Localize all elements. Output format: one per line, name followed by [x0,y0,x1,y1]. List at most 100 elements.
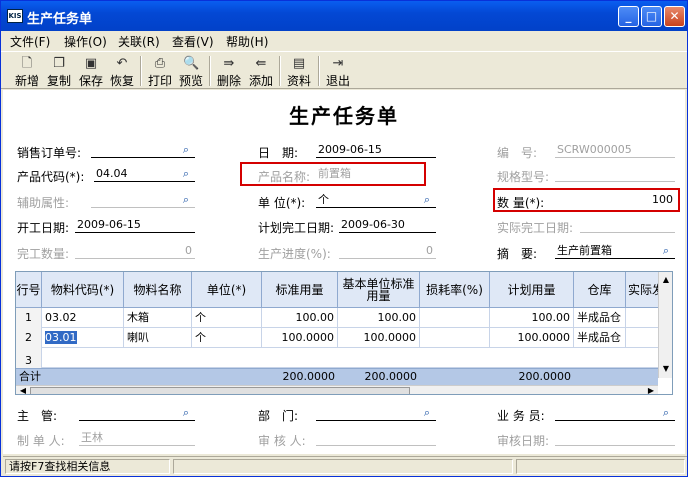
cell-warehouse[interactable]: 半成品仓 [574,328,626,348]
scroll-right-icon[interactable]: ▶ [644,386,658,394]
exit-icon: ⇥ [332,56,344,71]
reviewer-field [316,430,436,446]
col-header-unit[interactable]: 单位(*) [192,272,262,308]
cell-base-std-qty[interactable]: 100.00 [338,308,420,328]
actual-finish-label: 实际完工日期: [497,221,574,235]
save-icon: ▣ [84,56,98,71]
lookup-icon[interactable]: ⌕ [179,406,193,419]
unit-label: 单 位(*): [258,196,306,210]
new-button[interactable]: 🗋 新增 [11,54,43,88]
close-icon: ✕ [669,9,680,23]
lookup-icon[interactable]: ⌕ [420,406,434,419]
table-row[interactable]: 1 03.02 木箱 个 100.00 100.00 100.00 半成品仓 [16,308,658,328]
selected-text[interactable]: 03.01 [45,331,77,344]
vertical-scrollbar[interactable]: ▲ ▼ [658,272,672,378]
date-field[interactable]: 2009-06-15 [316,142,436,158]
cell-unit[interactable]: 个 [192,328,262,348]
cell-std-qty[interactable]: 100.00 [262,308,338,328]
supervisor-field[interactable] [79,405,195,421]
lookup-icon[interactable]: ⌕ [179,193,193,206]
cell-material-name[interactable]: 木箱 [124,308,192,328]
lookup-icon[interactable]: ⌕ [659,406,673,419]
start-date-field[interactable]: 2009-06-15 [75,217,195,233]
add-button[interactable]: ⇚ 添加 [245,54,277,88]
title-bar: KIS 生产任务单 _ □ ✕ [1,1,687,31]
progress-field: 0 [339,243,436,259]
total-base-std-qty: 200.0000 [364,370,418,383]
salesperson-field[interactable] [555,405,675,421]
aux-attr-label: 辅助属性: [17,196,70,210]
cell-unit[interactable]: 个 [192,308,262,328]
document-title: 生产任务单 [289,104,399,128]
col-header-plan-qty[interactable]: 计划用量 [490,272,574,308]
data-button[interactable]: ▤ 资料 [283,54,315,88]
close-button[interactable]: ✕ [664,6,685,27]
menu-file[interactable]: 文件(F) [10,33,50,50]
data-icon: ▤ [292,56,306,71]
printer-icon: ⎙ [154,56,166,71]
col-header-std-qty[interactable]: 标准用量 [262,272,338,308]
restore-button[interactable]: ↶ 恢复 [106,54,138,88]
col-header-row-no[interactable]: 行号 [16,272,42,308]
col-header-material-name[interactable]: 物料名称 [124,272,192,308]
new-document-icon: 🗋 [21,56,33,71]
menu-view[interactable]: 查看(V) [172,33,214,50]
scroll-down-icon[interactable]: ▼ [659,364,672,374]
table-row[interactable]: 3 [16,348,658,368]
sales-order-label: 销售订单号: [17,146,82,160]
maker-field: 王林 [79,430,195,446]
delete-button[interactable]: ⇛ 删除 [213,54,245,88]
cell-plan-qty[interactable]: 100.0000 [490,328,574,348]
cell-warehouse[interactable]: 半成品仓 [574,308,626,328]
col-header-loss-rate[interactable]: 损耗率(%) [420,272,490,308]
review-date-label: 审核日期: [497,434,550,448]
print-button[interactable]: ⎙ 打印 [144,54,176,88]
date-label: 日 期: [258,146,299,160]
spec-field [555,166,675,182]
supervisor-label: 主 管: [17,409,58,423]
toolbar: 🗋 新增 ❐ 复制 ▣ 保存 ↶ 恢复 ⎙ 打印 🔍 预览 ⇛ 删除 ⇚ 添加 ▤ 资料 ⇥ 退出 [1,51,687,89]
preview-button[interactable]: 🔍 预览 [175,54,207,88]
col-header-base-std-qty[interactable]: 基本单位标准用量 [338,272,420,308]
status-panel [173,459,513,474]
cell-std-qty[interactable]: 100.0000 [262,328,338,348]
col-header-material-code[interactable]: 物料代码(*) [42,272,124,308]
col-header-warehouse[interactable]: 仓库 [574,272,626,308]
table-row[interactable]: 2 03.01 喇叭 个 100.0000 100.0000 100.0000 … [16,328,658,348]
exit-button[interactable]: ⇥ 退出 [322,54,354,88]
minimize-button[interactable]: _ [618,6,639,27]
quantity-field[interactable]: 100 [555,192,676,208]
lookup-icon[interactable]: ⌕ [179,143,193,156]
unit-field[interactable]: 个 [316,192,436,208]
scroll-thumb[interactable] [30,387,410,394]
summary-field[interactable]: 生产前置箱 [555,243,675,259]
cell-plan-qty[interactable]: 100.00 [490,308,574,328]
cell-material-code[interactable]: 03.01 [42,328,124,348]
horizontal-scrollbar[interactable]: ◀ ▶ [16,385,658,394]
product-name-field: 前置箱 [318,167,351,180]
lookup-icon[interactable]: ⌕ [659,244,673,257]
actual-finish-field [580,217,675,233]
lookup-icon[interactable]: ⌕ [420,193,434,206]
menu-help[interactable]: 帮助(H) [226,33,268,50]
lookup-icon[interactable]: ⌕ [179,167,193,180]
scroll-left-icon[interactable]: ◀ [16,386,30,394]
save-button[interactable]: ▣ 保存 [75,54,107,88]
menu-relation[interactable]: 关联(R) [118,33,160,50]
scroll-up-icon[interactable]: ▲ [659,275,672,285]
cell-loss-rate[interactable] [420,328,490,348]
start-date-label: 开工日期: [17,221,70,235]
menu-operation[interactable]: 操作(O) [64,33,107,50]
maximize-button[interactable]: □ [641,6,662,27]
status-hint: 请按F7查找相关信息 [5,459,170,474]
row-number: 1 [16,308,42,328]
department-field[interactable] [316,405,436,421]
cell-material-code[interactable]: 03.02 [42,308,124,328]
cell-base-std-qty[interactable]: 100.0000 [338,328,420,348]
copy-button[interactable]: ❐ 复制 [43,54,75,88]
cell-loss-rate[interactable] [420,308,490,328]
cell-material-name[interactable]: 喇叭 [124,328,192,348]
progress-label: 生产进度(%): [258,247,331,261]
plan-finish-field[interactable]: 2009-06-30 [339,217,436,233]
form-area: 生产任务单 销售订单号: ⌕ 日 期: 2009-06-15 编 号: SCRW… [3,90,685,454]
